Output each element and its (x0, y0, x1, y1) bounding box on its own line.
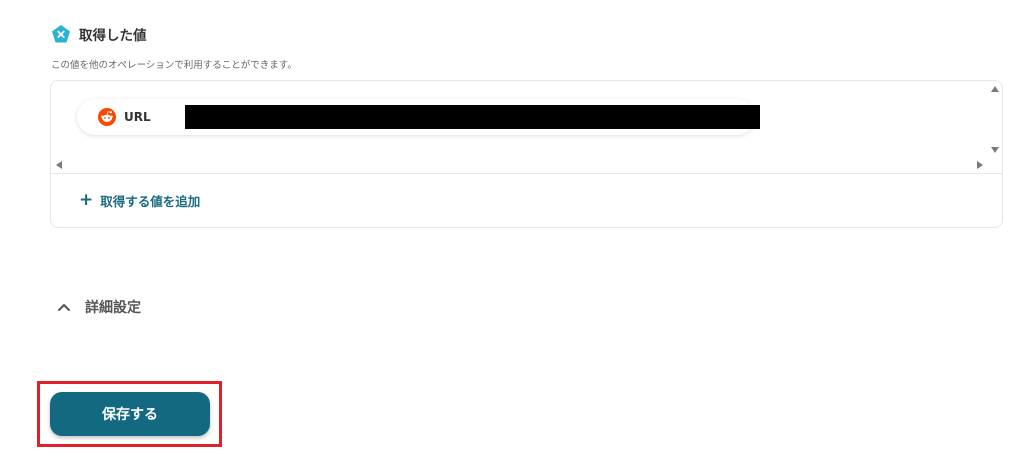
advanced-settings-label: 詳細設定 (85, 300, 141, 316)
save-button[interactable]: 保存する (50, 392, 210, 436)
section-description: この値を他のオペレーションで利用することができます。 (51, 60, 297, 71)
panel-divider (51, 173, 1002, 174)
add-value-button[interactable]: + 取得する値を追加 (79, 191, 200, 210)
reddit-icon (98, 108, 116, 126)
section-header: 取得した値 (51, 24, 147, 44)
scroll-up-arrow-icon[interactable] (991, 86, 999, 92)
scroll-right-arrow-icon[interactable] (977, 161, 983, 169)
scroll-left-arrow-icon[interactable] (56, 161, 62, 169)
value-label: URL (124, 110, 151, 124)
scroll-down-arrow-icon[interactable] (991, 147, 999, 153)
redacted-value (185, 105, 760, 129)
horizontal-scrollbar[interactable] (51, 158, 989, 172)
section-title: 取得した値 (79, 28, 147, 44)
chevron-up-icon (58, 304, 70, 311)
value-chip-url[interactable]: URL (77, 99, 760, 135)
values-panel: URL + 取得する値を追加 (50, 80, 1003, 228)
pentagon-x-icon (52, 25, 70, 43)
add-value-label: 取得する値を追加 (100, 194, 201, 209)
vertical-scrollbar[interactable] (988, 81, 1002, 173)
plus-icon: + (79, 190, 94, 210)
advanced-settings-toggle[interactable]: 詳細設定 (57, 297, 141, 317)
